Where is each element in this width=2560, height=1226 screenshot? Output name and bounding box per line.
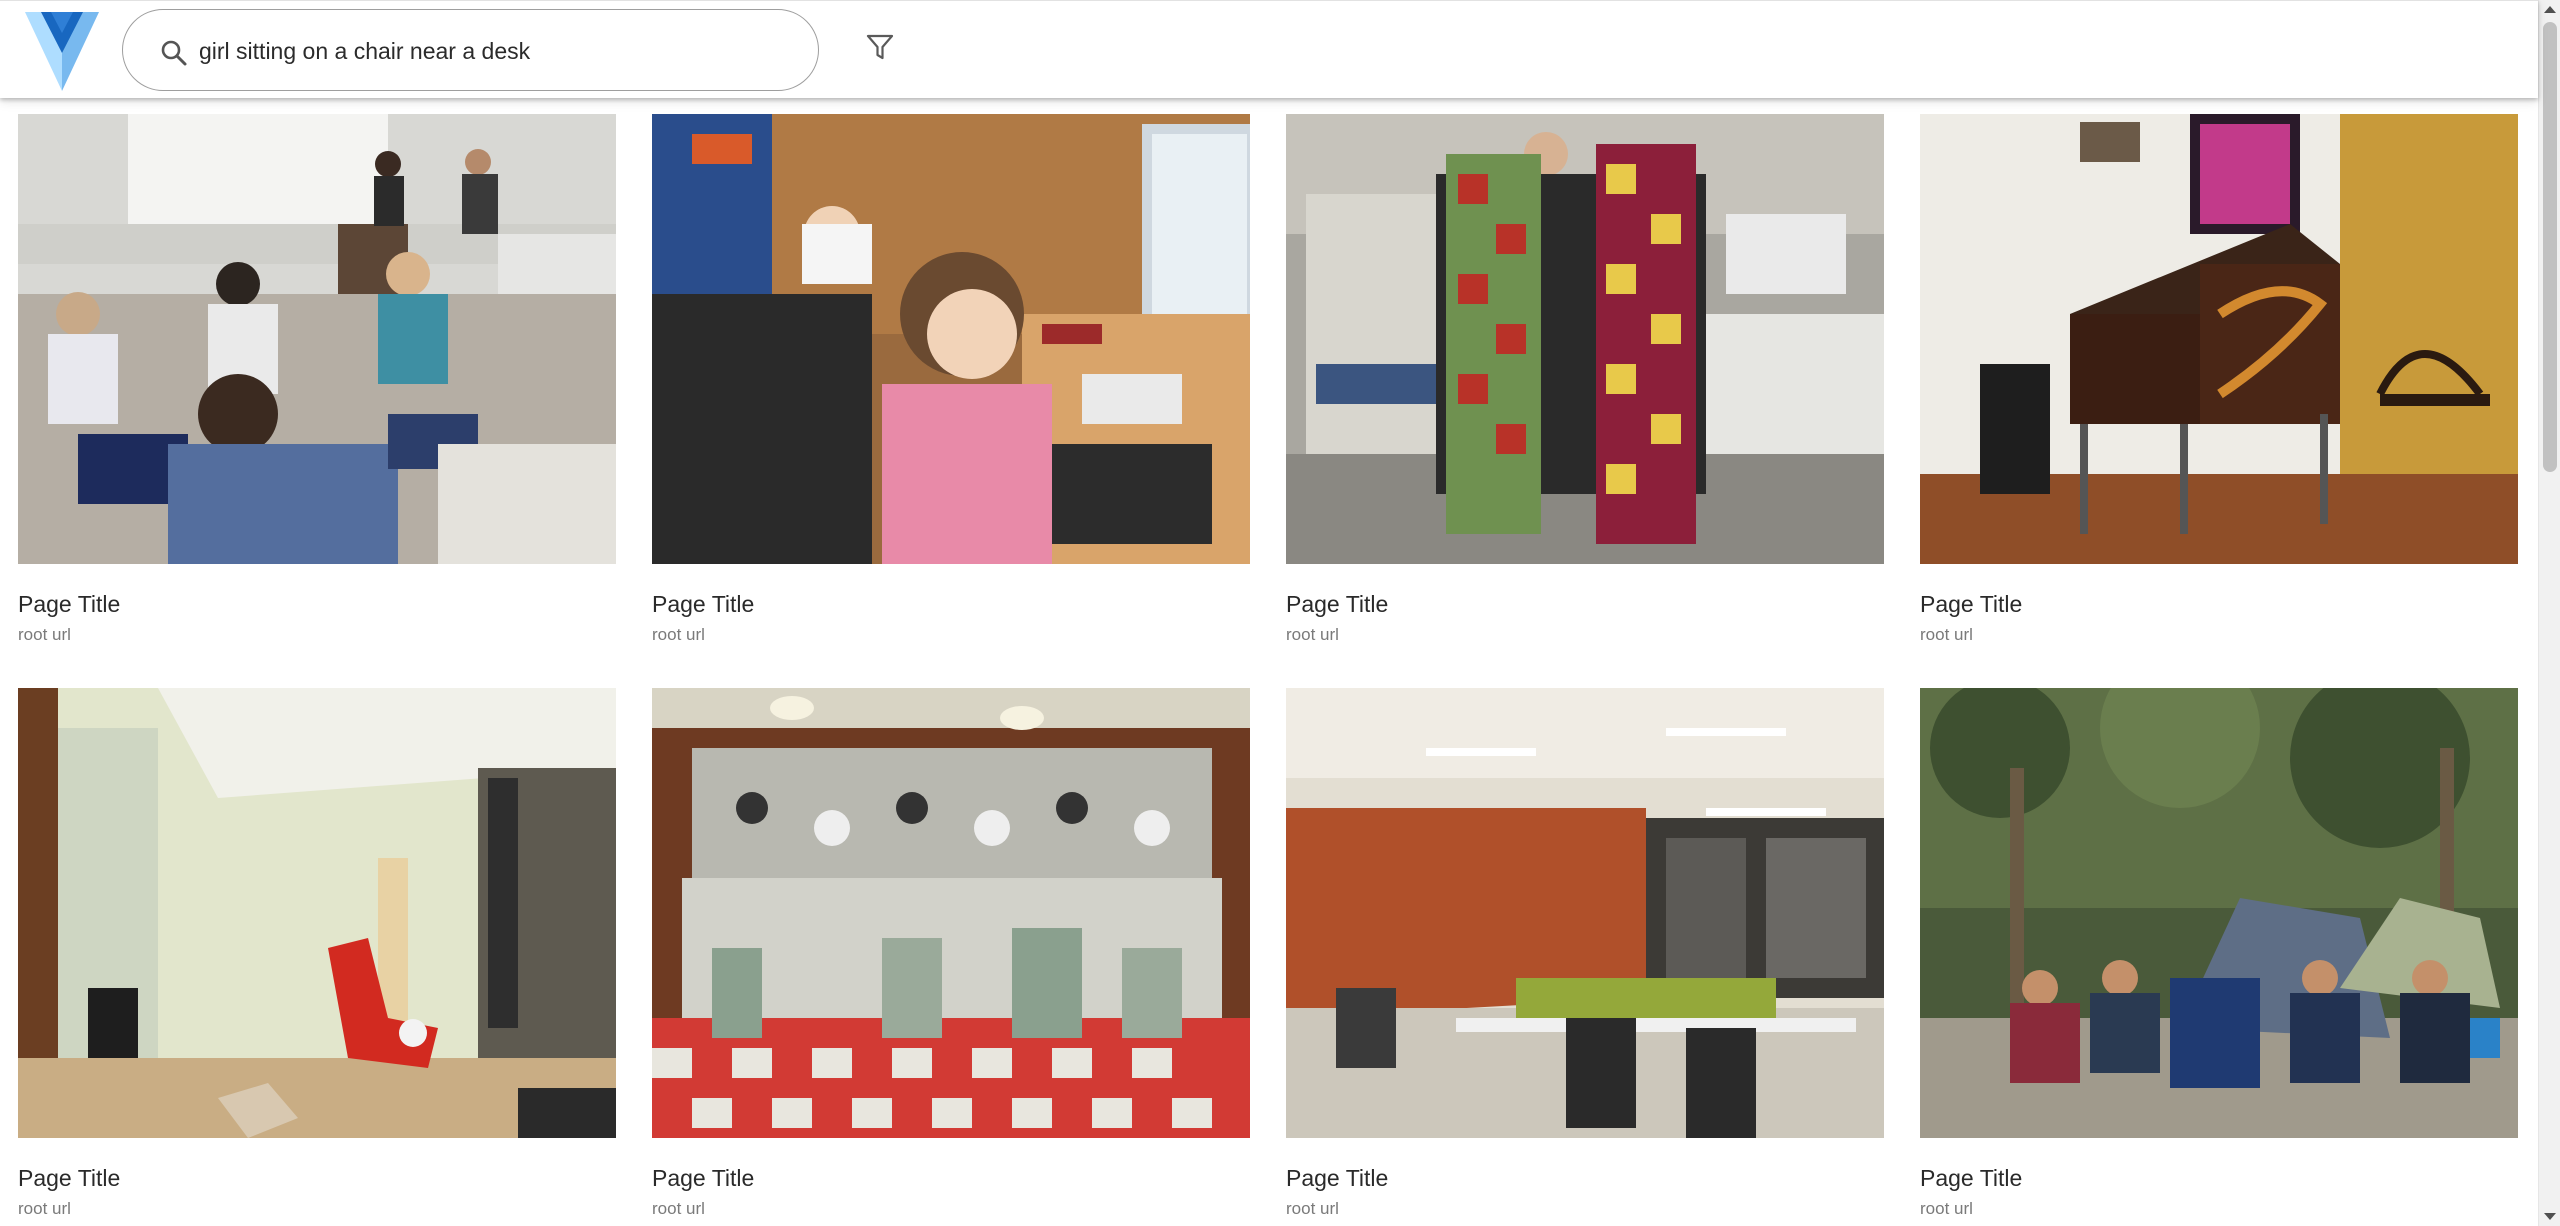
result-card[interactable]: Page Title root url xyxy=(652,688,1250,1226)
result-card[interactable]: Page Title root url xyxy=(18,114,616,652)
app-bar xyxy=(0,0,2538,98)
result-title[interactable]: Page Title xyxy=(1920,1164,2518,1192)
result-card[interactable]: Page Title root url xyxy=(18,688,616,1226)
result-title[interactable]: Page Title xyxy=(652,1164,1250,1192)
result-thumbnail[interactable] xyxy=(18,114,616,564)
vuetify-logo-icon[interactable] xyxy=(25,9,99,91)
result-thumbnail[interactable] xyxy=(652,688,1250,1138)
result-title[interactable]: Page Title xyxy=(1286,590,1884,618)
result-card[interactable]: Page Title root url xyxy=(1920,114,2518,652)
result-card[interactable]: Page Title root url xyxy=(1286,114,1884,652)
result-title[interactable]: Page Title xyxy=(652,590,1250,618)
result-title[interactable]: Page Title xyxy=(1920,590,2518,618)
result-thumbnail[interactable] xyxy=(1286,114,1884,564)
filter-button[interactable] xyxy=(858,27,902,71)
result-title[interactable]: Page Title xyxy=(18,1164,616,1192)
result-thumbnail[interactable] xyxy=(652,114,1250,564)
scroll-up-arrow-icon[interactable] xyxy=(2544,6,2556,13)
results-grid: Page Title root url Page Title root url … xyxy=(18,114,2518,1226)
search-icon xyxy=(159,38,189,68)
search-bar[interactable] xyxy=(122,9,819,91)
result-url: root url xyxy=(1920,625,1973,644)
result-url: root url xyxy=(1286,625,1339,644)
result-title[interactable]: Page Title xyxy=(1286,1164,1884,1192)
result-card[interactable]: Page Title root url xyxy=(1920,688,2518,1226)
result-url: root url xyxy=(1286,1199,1339,1218)
result-url: root url xyxy=(18,1199,71,1218)
result-card[interactable]: Page Title root url xyxy=(1286,688,1884,1226)
result-card[interactable]: Page Title root url xyxy=(652,114,1250,652)
result-url: root url xyxy=(18,625,71,644)
scroll-thumb[interactable] xyxy=(2543,22,2557,472)
result-url: root url xyxy=(652,1199,705,1218)
result-thumbnail[interactable] xyxy=(18,688,616,1138)
result-title[interactable]: Page Title xyxy=(18,590,616,618)
result-thumbnail[interactable] xyxy=(1920,688,2518,1138)
result-thumbnail[interactable] xyxy=(1920,114,2518,564)
scroll-down-arrow-icon[interactable] xyxy=(2544,1213,2556,1220)
result-thumbnail[interactable] xyxy=(1286,688,1884,1138)
result-url: root url xyxy=(652,625,705,644)
search-input[interactable] xyxy=(199,28,779,74)
page-scrollbar[interactable] xyxy=(2538,0,2560,1226)
filter-icon xyxy=(865,32,895,67)
result-url: root url xyxy=(1920,1199,1973,1218)
